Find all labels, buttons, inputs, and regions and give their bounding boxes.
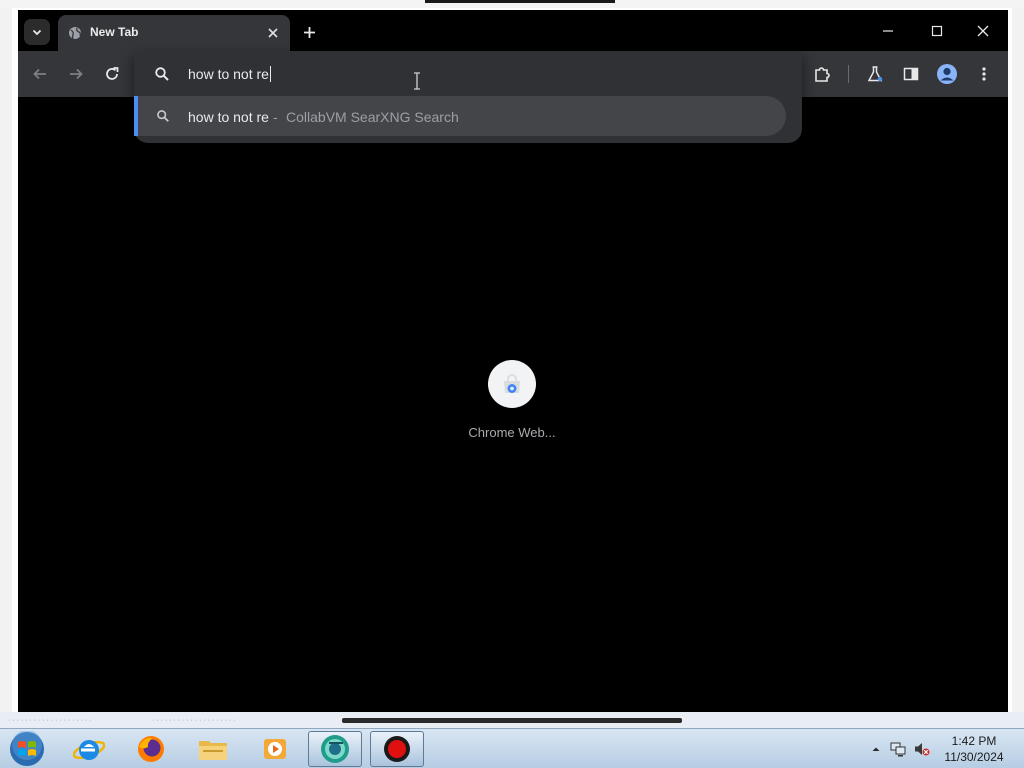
search-icon <box>157 110 169 122</box>
arrow-right-icon <box>70 68 83 80</box>
omnibox-text: how to not re <box>188 66 271 82</box>
shortcut-icon-circle <box>488 360 536 408</box>
toolbar-separator <box>848 65 849 83</box>
desktop-left-edge <box>0 8 12 728</box>
file-explorer-icon <box>199 741 227 760</box>
tab-new-tab[interactable]: New Tab <box>58 15 290 51</box>
windows-start-icon <box>10 731 44 766</box>
network-icon <box>890 742 906 757</box>
back-button[interactable] <box>28 62 52 86</box>
show-hidden-icons-button[interactable] <box>868 741 884 757</box>
taskbar-file-explorer[interactable] <box>186 731 240 767</box>
suggestion-separator: - <box>273 109 278 125</box>
taskbar-clock[interactable]: 1:42 PM 11/30/2024 <box>936 733 1012 765</box>
profile-button[interactable] <box>935 62 959 86</box>
puzzle-extensions-icon <box>815 67 830 82</box>
minimize-icon <box>883 30 893 32</box>
background-status-text: · · · · · · · · · · · · · · · · · · · · <box>152 717 236 724</box>
text-caret <box>269 66 271 82</box>
plus-icon <box>303 26 315 38</box>
reload-button[interactable] <box>100 62 124 86</box>
side-panel-icon <box>903 67 919 81</box>
taskbar: 1:42 PM 11/30/2024 <box>0 728 1024 768</box>
close-window-button[interactable] <box>968 18 998 44</box>
omnibox-suggestion[interactable]: how to not re - CollabVM SearXNG Search <box>134 96 786 136</box>
arrow-left-icon <box>33 68 46 80</box>
firefox-icon <box>138 736 164 762</box>
globe-icon <box>69 27 81 40</box>
close-icon <box>268 28 278 38</box>
taskbar-chrome[interactable] <box>308 731 362 767</box>
flask-labs-icon <box>867 66 883 82</box>
record-icon <box>384 736 410 762</box>
chrome-app-icon <box>321 735 349 763</box>
background-scrollbar <box>342 718 682 723</box>
background-status-text: · · · · · · · · · · · · · · · · · · · · <box>8 717 92 724</box>
extensions-button[interactable] <box>810 62 834 86</box>
desktop-right-edge <box>1012 8 1024 728</box>
omnibox-input[interactable]: how to not re <box>134 51 802 96</box>
maximize-button[interactable] <box>922 18 952 44</box>
chevron-down-icon <box>32 29 42 36</box>
taskbar-internet-explorer[interactable] <box>62 731 116 767</box>
start-button[interactable] <box>8 731 46 767</box>
i-beam-cursor-icon <box>414 72 420 90</box>
chrome-window: New Tab how to not re how to not re - Co… <box>18 10 1008 712</box>
clock-time: 1:42 PM <box>951 734 997 748</box>
taskbar-recorder[interactable] <box>370 731 424 767</box>
internet-explorer-icon <box>73 740 105 760</box>
remote-titlebar-fragment <box>425 0 615 3</box>
suggestion-selection-indicator <box>134 96 138 136</box>
chrome-web-store-icon <box>504 374 520 393</box>
ntp-shortcut-chrome-web-store[interactable]: Chrome Web... <box>458 360 566 450</box>
desktop-top-bar <box>0 0 1024 8</box>
new-tab-button[interactable] <box>298 21 320 43</box>
suggestion-query: how to not re <box>188 109 269 125</box>
suggestion-provider: CollabVM SearXNG Search <box>286 109 459 125</box>
reload-icon <box>106 67 119 80</box>
show-hidden-icons-icon <box>872 747 880 751</box>
desktop-bottom-strip: · · · · · · · · · · · · · · · · · · · · … <box>0 712 1024 728</box>
network-tray-button[interactable] <box>890 741 906 757</box>
shortcut-label: Chrome Web... <box>468 425 556 440</box>
omnibox-popup: how to not re how to not re - CollabVM S… <box>134 51 802 143</box>
taskbar-media-player[interactable] <box>248 731 302 767</box>
kebab-menu-icon <box>982 67 986 81</box>
close-icon <box>977 25 989 37</box>
side-panel-button[interactable] <box>899 62 923 86</box>
tab-close-button[interactable] <box>264 24 282 42</box>
profile-avatar-icon <box>937 64 957 84</box>
taskbar-firefox[interactable] <box>124 731 178 767</box>
labs-button[interactable] <box>863 62 887 86</box>
maximize-icon <box>931 25 943 37</box>
minimize-button[interactable] <box>873 18 903 44</box>
tab-strip: New Tab <box>18 10 1008 51</box>
omnibox-value: how to not re <box>188 66 269 82</box>
tab-title: New Tab <box>90 25 139 39</box>
volume-muted-icon <box>915 743 930 756</box>
chrome-menu-button[interactable] <box>972 62 996 86</box>
volume-tray-button[interactable] <box>914 741 930 757</box>
media-player-icon <box>264 739 286 759</box>
tab-search-button[interactable] <box>24 19 50 45</box>
search-icon <box>155 67 169 81</box>
forward-button[interactable] <box>64 62 88 86</box>
clock-date: 11/30/2024 <box>944 750 1004 764</box>
